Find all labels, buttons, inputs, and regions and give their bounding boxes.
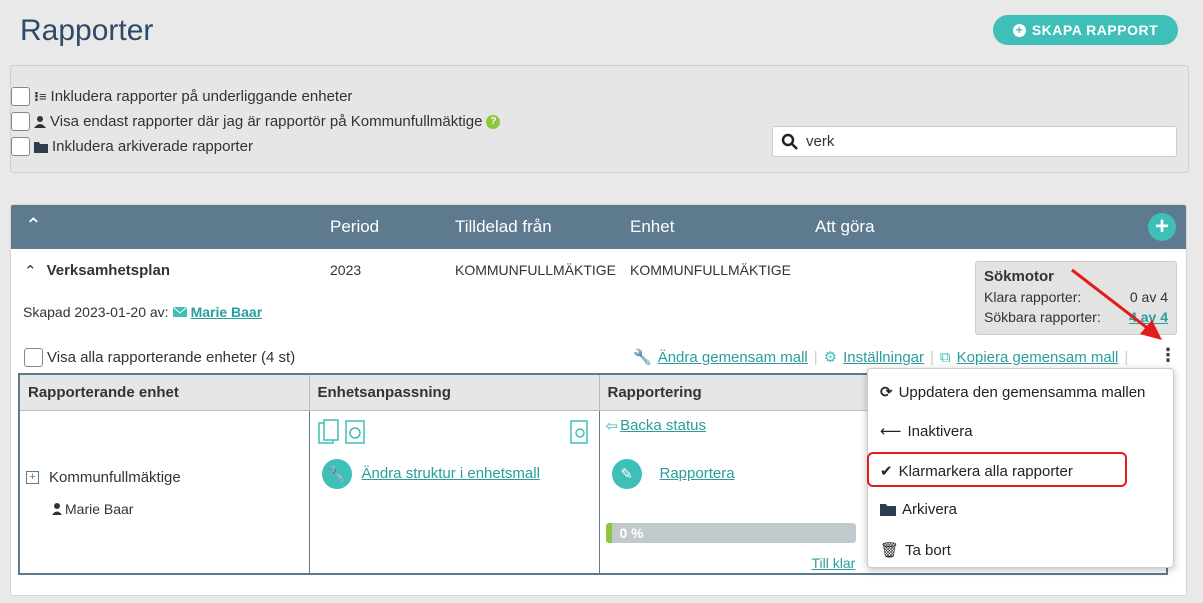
menu-archive-label: Arkivera (902, 501, 958, 518)
copy-icon: ⧉ (939, 348, 951, 366)
arrow-left-icon: ⟵ (880, 423, 902, 440)
settings-link[interactable]: Inställningar (843, 349, 924, 366)
arrow-left-icon: ⇦ (605, 417, 619, 435)
reports-header: ⌃ Period Tilldelad från Enhet Att göra + (11, 205, 1186, 249)
only-reporter-checkbox[interactable] (11, 112, 30, 131)
report-name: Verksamhetsplan (46, 262, 170, 279)
edit-template-link[interactable]: Ändra gemensam mall (658, 349, 808, 366)
refresh-document-icon[interactable] (344, 419, 366, 445)
col-period: Period (330, 217, 380, 236)
refresh-icon: ⟳ (880, 384, 893, 401)
filter-only-reporter[interactable]: Visa endast rapporter där jag är rapport… (11, 112, 501, 131)
divider: | (930, 348, 934, 366)
menu-deactivate-label: Inaktivera (907, 422, 973, 440)
search-input[interactable]: verk (772, 126, 1177, 157)
to-done-link[interactable]: Till klar (812, 555, 856, 571)
divider: | (813, 348, 818, 366)
menu-update-template[interactable]: ⟳ Uppdatera den gemensamma mallen (880, 383, 1146, 402)
plus-circle-icon: + (1012, 23, 1026, 37)
progress-bar: 0 % (605, 522, 856, 543)
search-document-icon[interactable] (569, 419, 591, 445)
search-value: verk (806, 133, 835, 150)
col-reporting-unit: Rapporterande enhet (18, 373, 310, 411)
wrench-icon: 🔧 (633, 349, 652, 366)
show-all-units[interactable]: Visa alla rapporterande enheter (4 st) (24, 348, 295, 367)
creator-link[interactable]: Marie Baar (191, 304, 263, 320)
folder-icon (34, 141, 48, 153)
show-all-checkbox[interactable] (24, 348, 43, 367)
filter-include-sub[interactable]: ⁝≡ Inkludera rapporter på underliggande … (11, 87, 352, 106)
search-icon (781, 133, 798, 150)
report-period: 2023 (330, 262, 362, 278)
create-report-label: SKAPA RAPPORT (1031, 22, 1159, 38)
edit-structure-link[interactable]: Ändra struktur i enhetsmall (362, 465, 540, 482)
include-archived-label: Inkludera arkiverade rapporter (52, 138, 253, 155)
back-status-link[interactable]: Backa status (620, 417, 706, 434)
expand-icon[interactable]: + (26, 470, 39, 484)
user-icon (34, 116, 46, 128)
page-title: Rapporter (20, 14, 154, 47)
unit-name: Kommunfullmäktige (49, 468, 181, 486)
reporter-name: Marie Baar (65, 500, 134, 517)
add-icon[interactable]: + (1148, 213, 1176, 241)
unit-cell: + Kommunfullmäktige Marie Baar (18, 409, 310, 575)
col-assigned-from: Tilldelad från (455, 217, 552, 236)
mail-icon (172, 307, 187, 317)
gear-icon: ⚙ (823, 349, 838, 366)
created-label: Skapad 2023-01-20 av: (23, 304, 169, 320)
menu-update-label: Uppdatera den gemensamma mallen (898, 383, 1146, 401)
help-icon[interactable]: ? (486, 114, 501, 129)
include-sub-checkbox[interactable] (11, 87, 30, 106)
report-assigned-from: KOMMUNFULLMÄKTIGE (455, 262, 617, 278)
user-icon (52, 502, 62, 515)
report-actions: 🔧 Ändra gemensam mall | ⚙ Inställningar … (633, 348, 1128, 367)
pencil-icon[interactable]: ✎ (611, 458, 642, 489)
report-title-row[interactable]: ⌃ Verksamhetsplan (24, 262, 170, 280)
wrench-icon[interactable]: 🔧 (321, 458, 352, 489)
adjustment-cell: 🔧 Ändra struktur i enhetsmall (308, 409, 600, 575)
menu-delete-label: Ta bort (905, 541, 951, 559)
red-arrow-icon (1071, 268, 1162, 340)
documents-icon[interactable] (317, 418, 340, 445)
menu-delete[interactable]: 🗑 Ta bort (880, 541, 951, 560)
trash-icon: 🗑 (880, 542, 900, 559)
filter-include-archived[interactable]: Inkludera arkiverade rapporter (11, 137, 253, 156)
collapse-chevron-icon[interactable]: ⌃ (24, 262, 37, 280)
collapse-all-chevron-icon[interactable]: ⌃ (25, 213, 42, 238)
hierarchy-icon: ⁝≡ (34, 88, 47, 104)
col-unit: Enhet (630, 217, 675, 236)
show-all-label: Visa alla rapporterande enheter (4 st) (47, 349, 296, 366)
highlight-box (867, 452, 1127, 487)
created-info: Skapad 2023-01-20 av: Marie Baar (23, 304, 262, 320)
create-report-button[interactable]: + SKAPA RAPPORT (993, 15, 1178, 45)
only-reporter-label: Visa endast rapporter där jag är rapport… (50, 113, 483, 130)
menu-archive[interactable]: Arkivera (880, 501, 957, 518)
col-todo: Att göra (815, 217, 875, 236)
menu-deactivate[interactable]: ⟵ Inaktivera (880, 422, 973, 441)
include-sub-label: Inkludera rapporter på underliggande enh… (50, 88, 353, 105)
report-unit: KOMMUNFULLMÄKTIGE (630, 262, 792, 278)
include-archived-checkbox[interactable] (11, 137, 30, 156)
folder-icon (880, 504, 896, 516)
col-unit-adjustment: Enhetsanpassning (308, 373, 600, 411)
report-link[interactable]: Rapportera (660, 465, 735, 482)
